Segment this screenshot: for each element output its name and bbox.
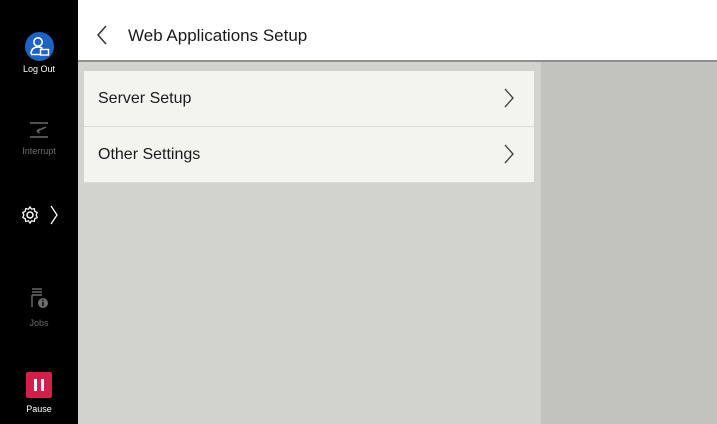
list-item-label: Server Setup [98, 90, 192, 107]
list-item-server-setup[interactable]: Server Setup [84, 71, 534, 127]
list-item-label: Other Settings [98, 146, 201, 163]
interrupt-icon [28, 120, 50, 140]
pause-label: Pause [26, 404, 52, 414]
interrupt-button[interactable]: Interrupt [0, 120, 78, 156]
logout-label: Log Out [22, 64, 56, 74]
device-settings-button[interactable] [0, 204, 78, 226]
gear-icon [19, 204, 41, 226]
detail-panel [541, 62, 717, 424]
jobs-label: Jobs [29, 318, 49, 328]
sidebar: Log Out Interrupt Jobs Pause [0, 0, 78, 424]
pause-button[interactable]: Pause [0, 372, 78, 414]
chevron-right-icon [502, 86, 516, 110]
chevron-right-icon [49, 204, 59, 226]
back-arrow-icon[interactable] [94, 24, 110, 46]
main-area: Web Applications Setup Server Setup Othe… [78, 9, 717, 424]
pause-icon [26, 372, 52, 398]
page-title: Web Applications Setup [128, 26, 308, 45]
settings-list: Server Setup Other Settings [84, 71, 534, 183]
chevron-right-icon [502, 142, 516, 166]
logout-button[interactable]: Log Out [0, 32, 78, 74]
list-panel: Server Setup Other Settings [78, 62, 541, 424]
header: Web Applications Setup [78, 9, 717, 62]
user-icon [24, 32, 54, 61]
jobs-button[interactable]: Jobs [0, 286, 78, 328]
interrupt-label: Interrupt [22, 146, 56, 156]
list-item-other-settings[interactable]: Other Settings [84, 127, 534, 183]
jobs-icon [28, 286, 50, 310]
